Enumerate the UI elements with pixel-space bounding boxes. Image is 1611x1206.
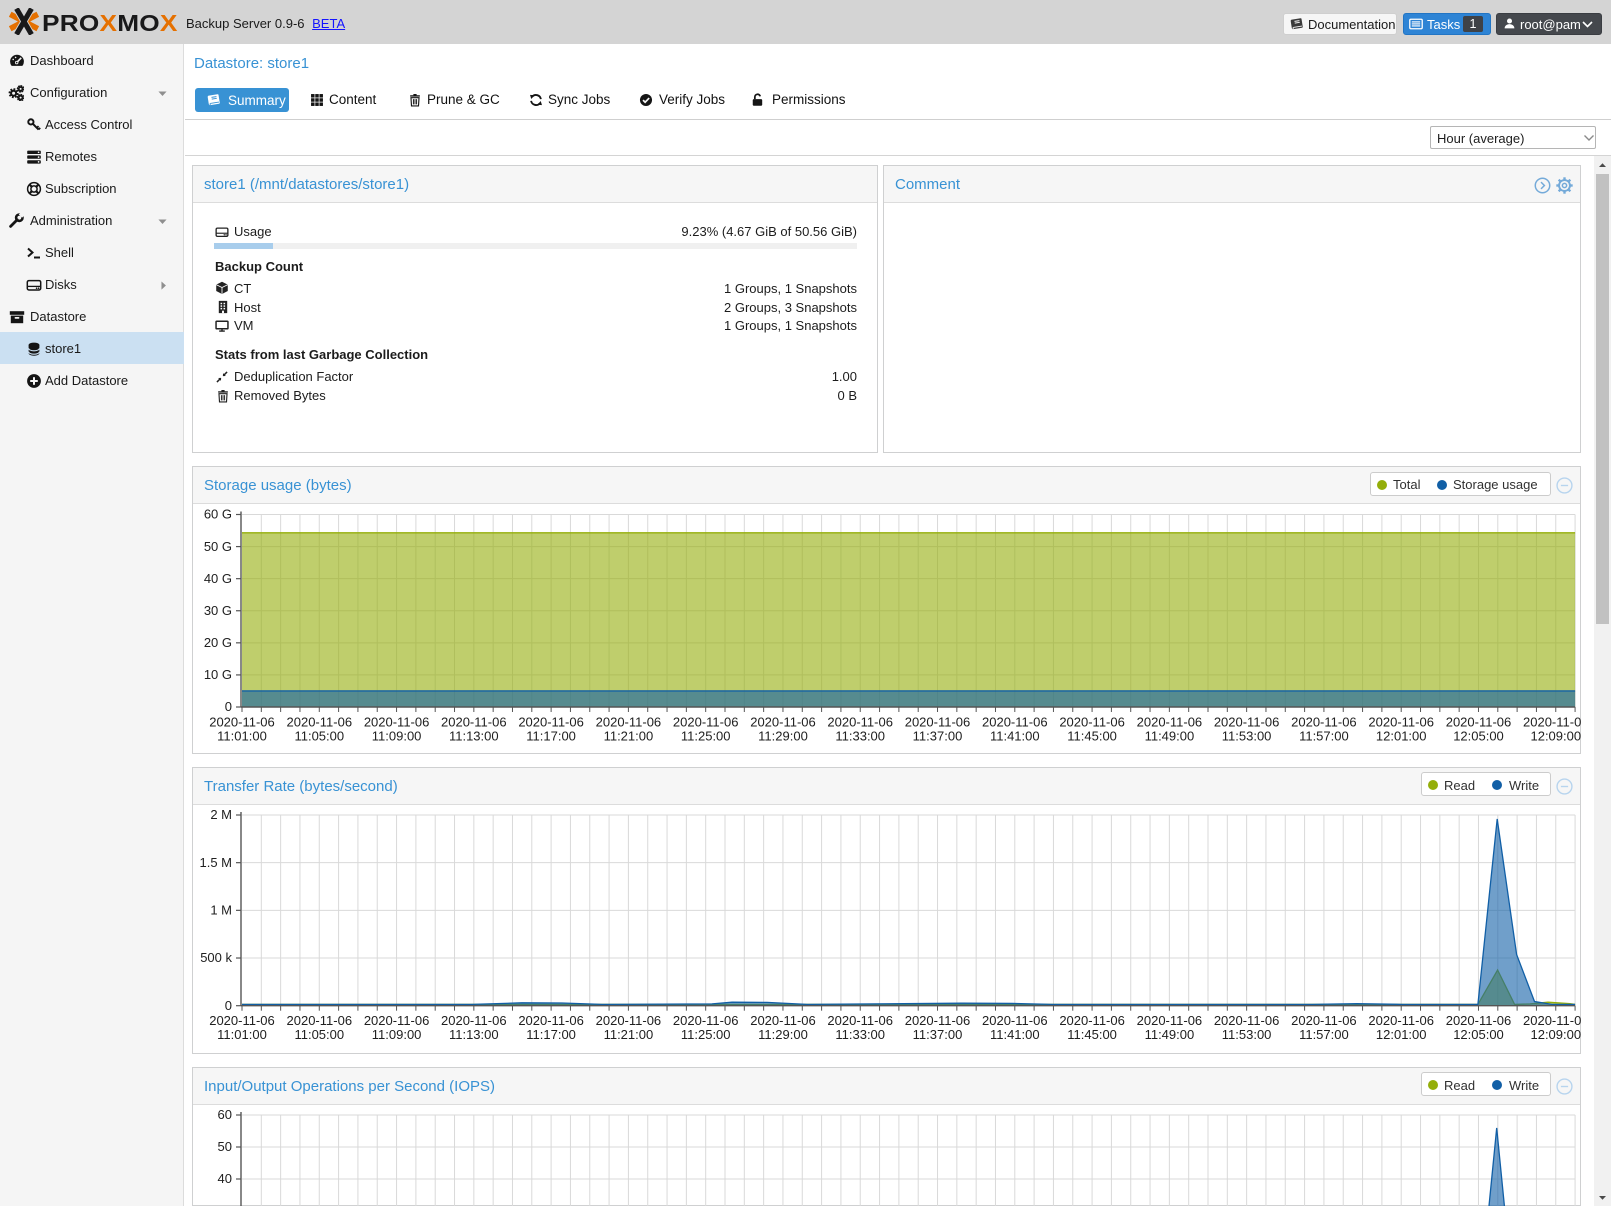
svg-text:50 G: 50 G [204, 539, 232, 554]
svg-text:2020-11-06: 2020-11-06 [1368, 1013, 1434, 1028]
svg-text:2020-11-06: 2020-11-06 [364, 1013, 430, 1028]
svg-text:11:29:00: 11:29:00 [758, 729, 808, 744]
svg-text:11:25:00: 11:25:00 [681, 1027, 731, 1042]
svg-text:2020-11-06: 2020-11-06 [673, 715, 739, 730]
svg-text:2020-11-06: 2020-11-06 [1137, 715, 1203, 730]
svg-text:11:01:00: 11:01:00 [217, 1027, 267, 1042]
svg-text:2020-11-06: 2020-11-06 [1291, 1013, 1357, 1028]
svg-text:11:29:00: 11:29:00 [758, 1027, 808, 1042]
svg-text:2020-11-06: 2020-11-06 [905, 1013, 971, 1028]
svg-text:500 k: 500 k [200, 950, 232, 965]
svg-text:2020-11-06: 2020-11-06 [596, 715, 662, 730]
svg-text:11:09:00: 11:09:00 [372, 729, 422, 744]
svg-text:20 G: 20 G [204, 635, 232, 650]
svg-text:11:33:00: 11:33:00 [835, 729, 885, 744]
svg-text:11:33:00: 11:33:00 [835, 1027, 885, 1042]
svg-text:2020-11-06: 2020-11-06 [1291, 715, 1357, 730]
svg-text:40 G: 40 G [204, 571, 232, 586]
svg-text:11:01:00: 11:01:00 [217, 729, 267, 744]
svg-text:2020-11-06: 2020-11-06 [1446, 1013, 1512, 1028]
svg-text:11:13:00: 11:13:00 [449, 729, 499, 744]
svg-text:2020-11-06: 2020-11-06 [1059, 715, 1125, 730]
svg-text:2020-11-06: 2020-11-06 [287, 715, 353, 730]
svg-text:2020-11-06: 2020-11-06 [287, 1013, 353, 1028]
svg-text:12:05:00: 12:05:00 [1453, 729, 1504, 744]
svg-text:2020-11-06: 2020-11-06 [827, 1013, 893, 1028]
svg-text:2020-11-06: 2020-11-06 [1059, 1013, 1125, 1028]
svg-text:11:45:00: 11:45:00 [1067, 1027, 1117, 1042]
svg-text:12:09:00: 12:09:00 [1530, 1027, 1581, 1042]
svg-text:2020-11-06: 2020-11-06 [441, 715, 507, 730]
svg-text:1.5 M: 1.5 M [199, 855, 232, 870]
svg-text:60: 60 [218, 1107, 232, 1122]
svg-text:2020-11-06: 2020-11-06 [364, 715, 430, 730]
svg-text:2020-11-06: 2020-11-06 [673, 1013, 739, 1028]
svg-text:12:01:00: 12:01:00 [1376, 729, 1427, 744]
svg-text:0: 0 [225, 998, 232, 1013]
svg-text:50: 50 [218, 1139, 232, 1154]
svg-text:11:45:00: 11:45:00 [1067, 729, 1117, 744]
svg-text:11:37:00: 11:37:00 [913, 729, 963, 744]
svg-text:11:53:00: 11:53:00 [1222, 729, 1272, 744]
svg-text:11:41:00: 11:41:00 [990, 729, 1040, 744]
svg-text:2020-11-06: 2020-11-06 [750, 715, 816, 730]
svg-text:11:49:00: 11:49:00 [1145, 1027, 1195, 1042]
svg-text:2020-11-06: 2020-11-06 [518, 1013, 584, 1028]
svg-text:40: 40 [218, 1171, 232, 1186]
svg-text:11:21:00: 11:21:00 [604, 1027, 654, 1042]
svg-text:11:13:00: 11:13:00 [449, 1027, 499, 1042]
svg-text:2020-11-06: 2020-11-06 [1214, 715, 1280, 730]
svg-text:2020-11-06: 2020-11-06 [1214, 1013, 1280, 1028]
svg-text:11:17:00: 11:17:00 [526, 729, 576, 744]
svg-text:12:01:00: 12:01:00 [1376, 1027, 1427, 1042]
svg-text:11:57:00: 11:57:00 [1299, 729, 1349, 744]
svg-text:2 M: 2 M [210, 807, 232, 822]
svg-text:11:53:00: 11:53:00 [1222, 1027, 1272, 1042]
svg-text:12:05:00: 12:05:00 [1453, 1027, 1504, 1042]
svg-text:2020-11-06: 2020-11-06 [1446, 715, 1512, 730]
svg-text:2020-11-06: 2020-11-06 [596, 1013, 662, 1028]
svg-text:2020-11-06: 2020-11-06 [982, 1013, 1048, 1028]
svg-text:2020-11-06: 2020-11-06 [441, 1013, 507, 1028]
svg-text:2020-11-06: 2020-11-06 [209, 1013, 275, 1028]
svg-text:11:21:00: 11:21:00 [604, 729, 654, 744]
svg-text:11:25:00: 11:25:00 [681, 729, 731, 744]
svg-text:2020-11-06: 2020-11-06 [827, 715, 893, 730]
svg-text:11:09:00: 11:09:00 [372, 1027, 422, 1042]
svg-text:2020-11-06: 2020-11-06 [1523, 715, 1581, 730]
svg-text:11:37:00: 11:37:00 [913, 1027, 963, 1042]
svg-text:11:49:00: 11:49:00 [1145, 729, 1195, 744]
svg-text:2020-11-06: 2020-11-06 [209, 715, 275, 730]
svg-text:1 M: 1 M [210, 903, 232, 918]
svg-text:2020-11-06: 2020-11-06 [518, 715, 584, 730]
svg-text:10 G: 10 G [204, 667, 232, 682]
svg-text:2020-11-06: 2020-11-06 [905, 715, 971, 730]
svg-text:11:17:00: 11:17:00 [526, 1027, 576, 1042]
svg-text:12:09:00: 12:09:00 [1530, 729, 1581, 744]
svg-text:60 G: 60 G [204, 507, 232, 522]
svg-text:2020-11-06: 2020-11-06 [750, 1013, 816, 1028]
svg-text:11:57:00: 11:57:00 [1299, 1027, 1349, 1042]
svg-text:11:41:00: 11:41:00 [990, 1027, 1040, 1042]
svg-text:2020-11-06: 2020-11-06 [1368, 715, 1434, 730]
svg-text:11:05:00: 11:05:00 [294, 729, 344, 744]
svg-text:2020-11-06: 2020-11-06 [982, 715, 1048, 730]
svg-text:0: 0 [225, 699, 232, 714]
svg-text:2020-11-06: 2020-11-06 [1137, 1013, 1203, 1028]
svg-text:30 G: 30 G [204, 603, 232, 618]
svg-text:11:05:00: 11:05:00 [294, 1027, 344, 1042]
svg-text:2020-11-06: 2020-11-06 [1523, 1013, 1581, 1028]
